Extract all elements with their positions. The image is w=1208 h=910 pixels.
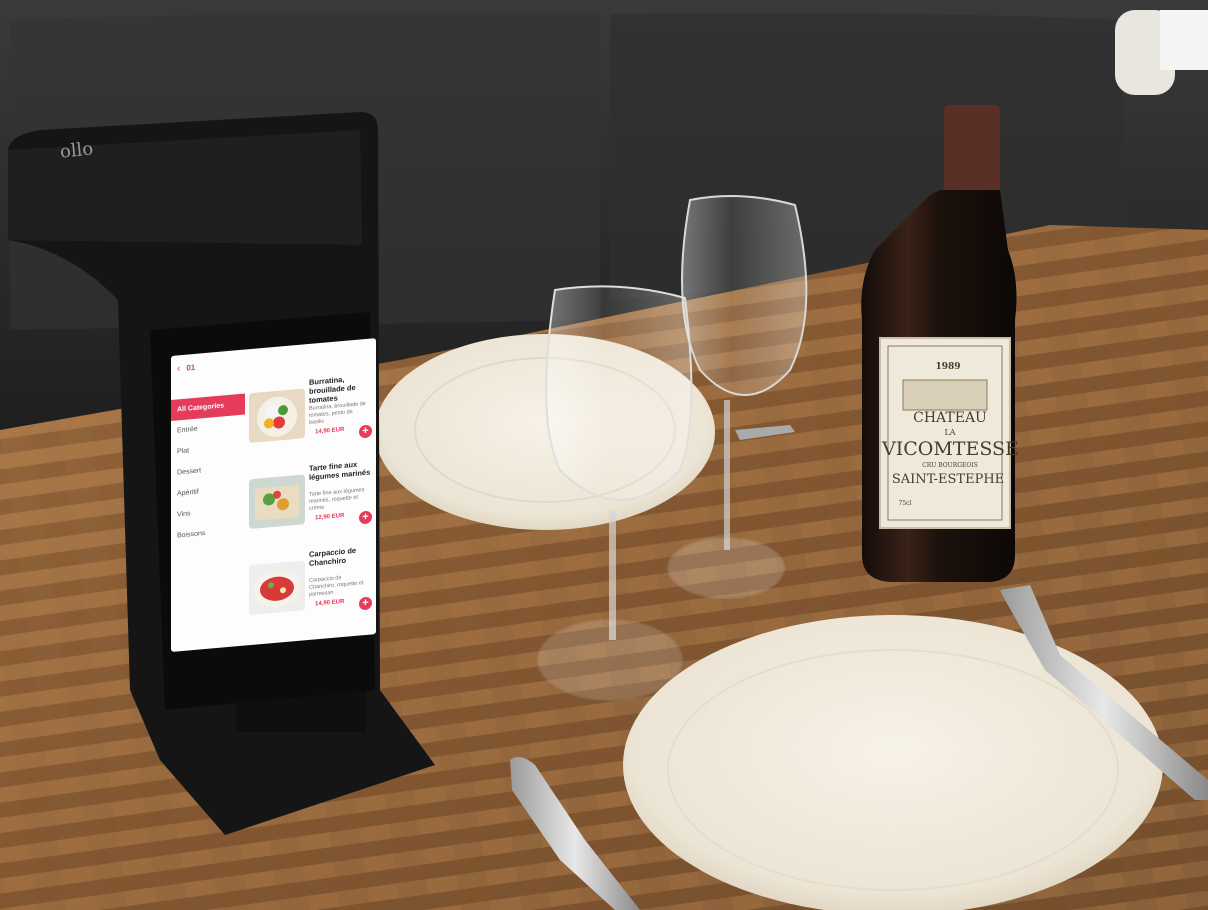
- wine-label-vicomtesse: VICOMTESSE: [882, 438, 1019, 460]
- dish-name: Tarte fine aux légumes marinés: [309, 459, 371, 482]
- wine-label-la: LA: [944, 428, 956, 437]
- dish-photo: [249, 560, 305, 616]
- tablet-menu-screen[interactable]: ‹ 01 All Categories Entrée Plat Dessert …: [171, 338, 376, 652]
- restaurant-table-scene: ollo 1989 CHATEAU LA VICOMTESSE CRU BOUR…: [0, 0, 1208, 910]
- add-to-cart-button[interactable]: +: [359, 510, 372, 525]
- category-list: All Categories Entrée Plat Dessert Apéri…: [171, 393, 245, 547]
- dish-card[interactable]: Tarte fine aux légumes marinés Tarte fin…: [249, 458, 373, 551]
- dish-description: Carpaccio de Chanchiro, roquette et parm…: [309, 575, 364, 598]
- table-number: 01: [186, 362, 196, 373]
- chevron-left-icon[interactable]: ‹: [177, 363, 180, 374]
- dish-description: Burratina, brouillade de tomates, pesto …: [309, 400, 366, 426]
- dish-price: 14,90 EUR: [315, 598, 345, 608]
- dish-name: Burratina, brouillade de tomates: [309, 374, 356, 405]
- dish-photo: [249, 388, 305, 444]
- dish-photo: [249, 474, 305, 530]
- add-to-cart-button[interactable]: +: [359, 596, 372, 611]
- dish-description: Tarte fine aux légumes marinés, roquette…: [309, 487, 365, 512]
- device-brand-logo: ollo: [58, 138, 95, 163]
- wine-label-volume: 75cl: [898, 500, 912, 507]
- dish-card[interactable]: Carpaccio de Chanchiro Carpaccio de Chan…: [249, 544, 373, 637]
- wine-label-cru: CRU BOURGEOIS: [922, 462, 978, 469]
- tablet-topbar: ‹ 01: [177, 358, 195, 378]
- dish-price: 14,90 EUR: [315, 426, 345, 436]
- dish-name: Carpaccio de Chanchiro: [309, 545, 357, 568]
- add-to-cart-button[interactable]: +: [359, 424, 372, 439]
- wine-label-year: 1989: [935, 362, 961, 372]
- dish-card[interactable]: Burratina, brouillade de tomates Burrati…: [249, 372, 373, 465]
- wine-label-appellation: SAINT-ESTEPHE: [891, 472, 1005, 487]
- dish-price: 12,90 EUR: [315, 512, 345, 522]
- wine-label-chateau: CHATEAU: [913, 410, 987, 426]
